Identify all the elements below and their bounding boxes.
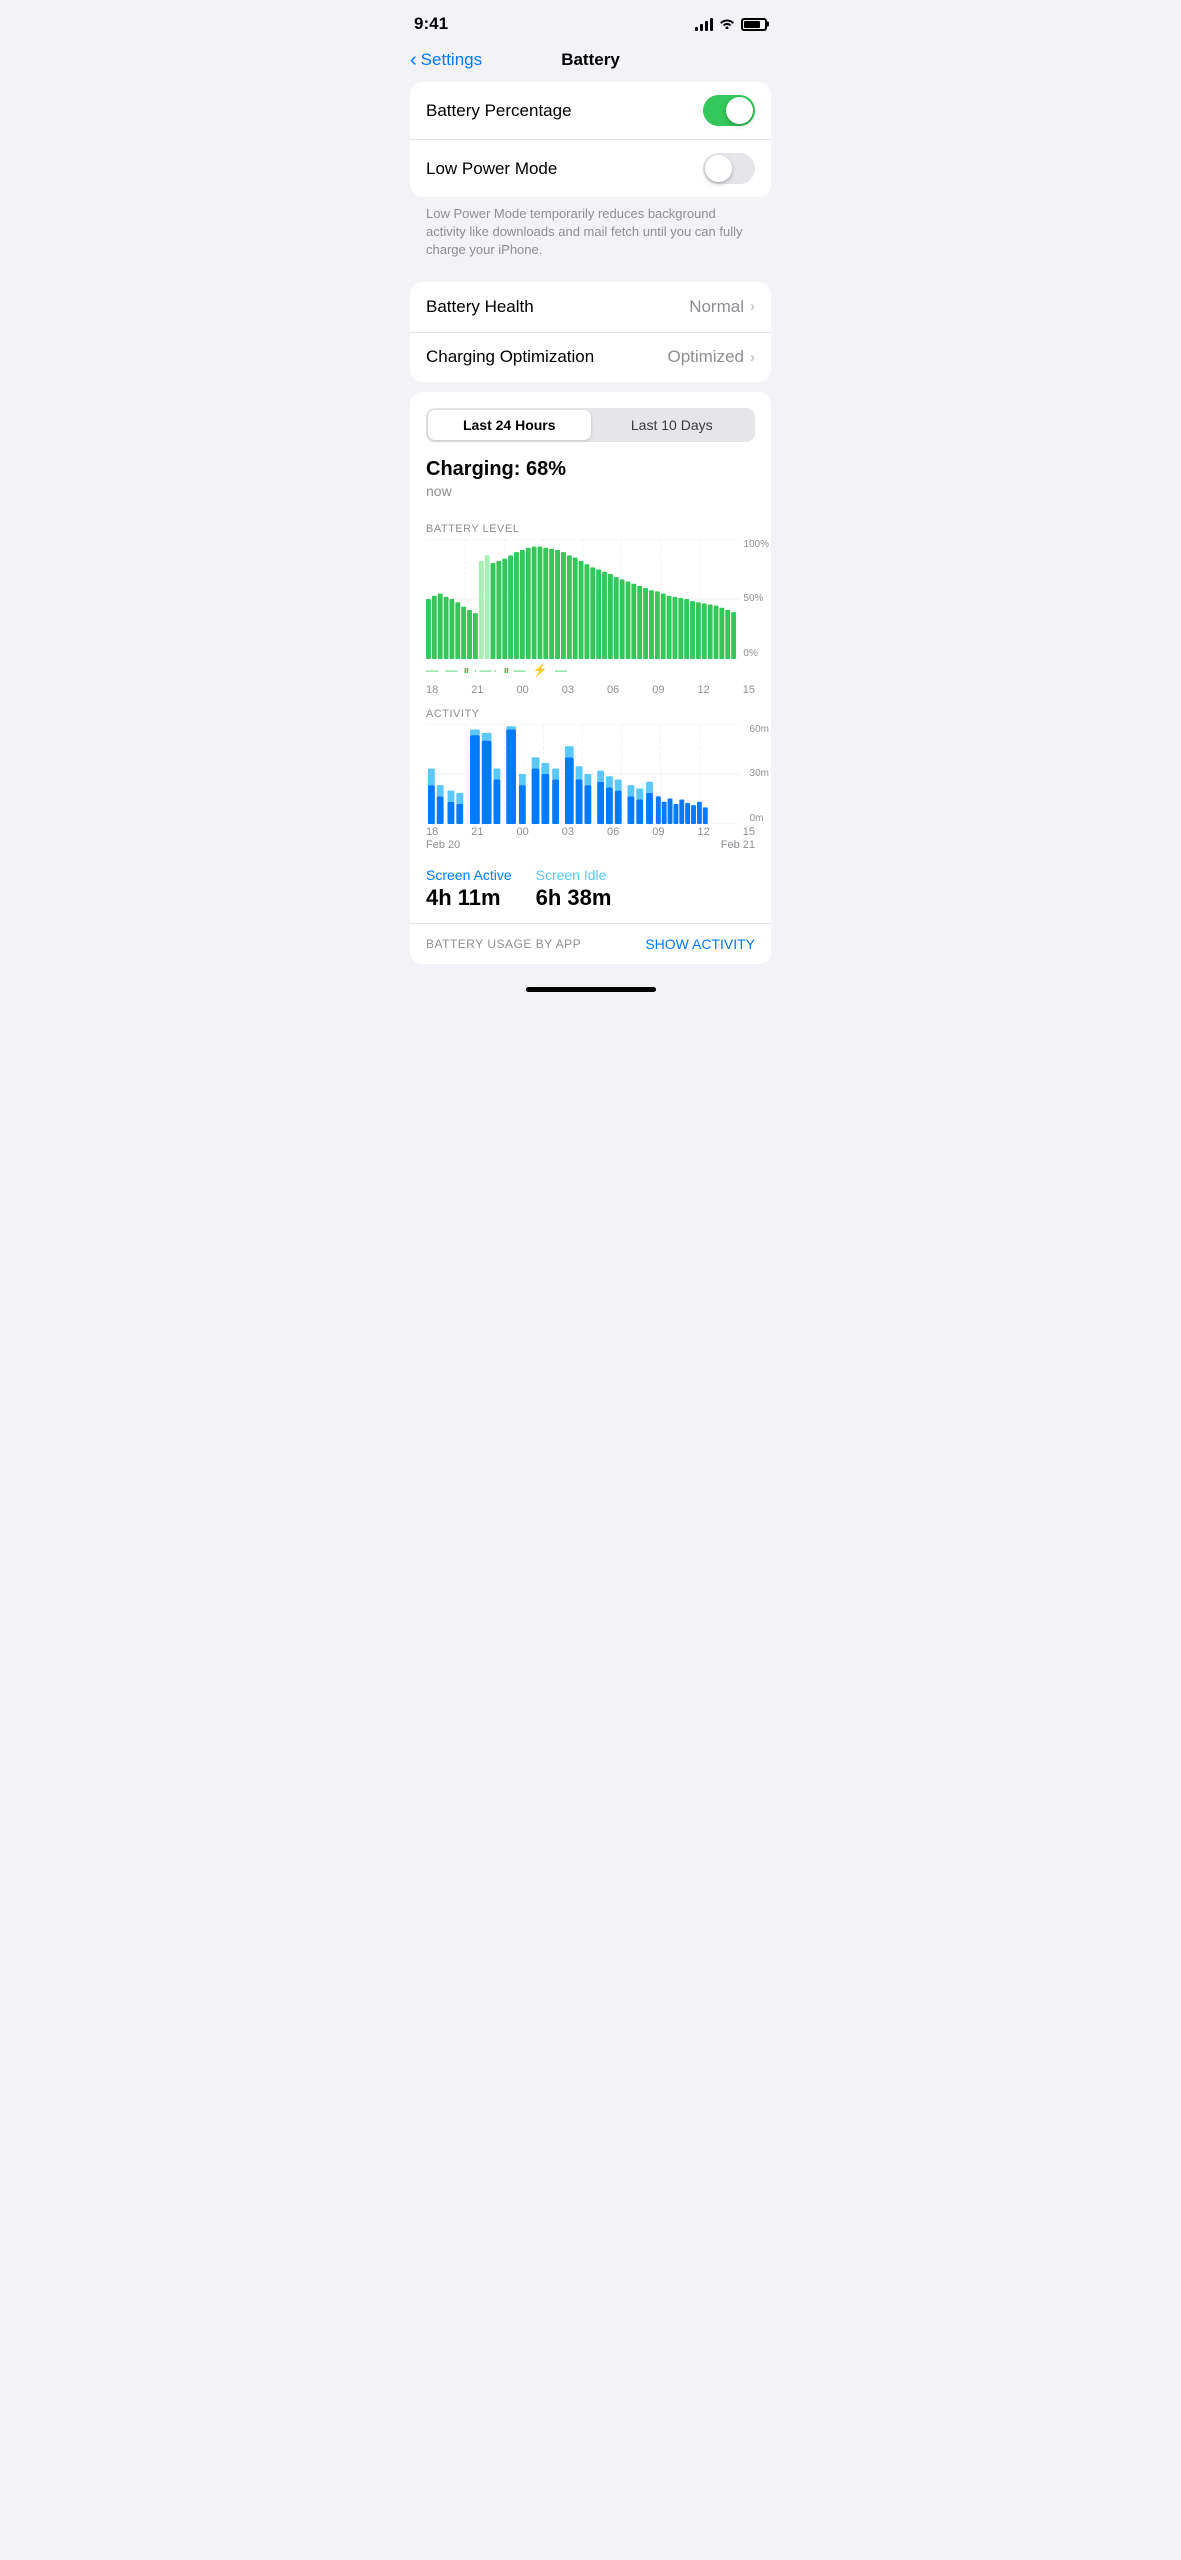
charging-dashes-mid: ·—·	[473, 663, 499, 677]
status-time: 9:41	[414, 14, 448, 34]
status-bar: 9:41	[394, 0, 787, 42]
activity-section-label: ACTIVITY	[410, 696, 771, 724]
x-label-06: 06	[607, 684, 619, 696]
screen-active-label: Screen Active	[426, 867, 512, 883]
show-activity-button[interactable]: SHOW ACTIVITY	[645, 936, 755, 952]
x-label-21: 21	[471, 684, 483, 696]
battery-health-row[interactable]: Battery Health Normal ›	[410, 282, 771, 332]
screen-idle-value: 6h 38m	[536, 885, 612, 911]
battery-fill	[744, 21, 760, 28]
charging-optimization-value: Optimized ›	[667, 347, 755, 367]
battery-settings-card: Battery Percentage Low Power Mode	[410, 82, 771, 197]
battery-settings-section: Battery Percentage Low Power Mode Low Po…	[410, 82, 771, 272]
screen-active-value: 4h 11m	[426, 885, 512, 911]
screen-idle-label: Screen Idle	[536, 867, 612, 883]
chevron-right-icon-2: ›	[750, 349, 755, 366]
date-label-right: Feb 21	[721, 839, 755, 851]
low-power-helper-text: Low Power Mode temporarily reduces backg…	[410, 197, 771, 272]
battery-percentage-toggle[interactable]	[703, 95, 755, 126]
battery-chart-svg	[426, 539, 739, 659]
x-label-00: 00	[517, 684, 529, 696]
battery-health-card: Battery Health Normal › Charging Optimiz…	[410, 282, 771, 382]
battery-health-status: Normal	[689, 297, 744, 317]
screen-idle-stat: Screen Idle 6h 38m	[536, 867, 612, 911]
charging-optimization-status: Optimized	[667, 347, 744, 367]
x-label-12: 12	[698, 684, 710, 696]
charging-label: Charging: 68%	[410, 458, 771, 483]
home-indicator	[526, 987, 656, 992]
pause-icon-2: ⏸	[503, 663, 509, 678]
toggle-thumb-2	[705, 155, 732, 182]
time-range-toggle[interactable]: Last 24 Hours Last 10 Days	[426, 408, 755, 442]
page-title: Battery	[561, 50, 620, 70]
wifi-icon	[719, 16, 735, 32]
signal-icon	[695, 18, 713, 31]
toggle-thumb	[726, 97, 753, 124]
battery-level-chart: 100% 50% 0%	[410, 539, 771, 659]
last-24-hours-btn[interactable]: Last 24 Hours	[428, 410, 591, 440]
act-x-21: 21	[471, 826, 483, 838]
battery-usage-header: BATTERY USAGE BY APP SHOW ACTIVITY	[410, 923, 771, 964]
activity-x-labels: 18 21 00 03 06 09 12 15	[410, 824, 771, 838]
battery-level-section-label: BATTERY LEVEL	[410, 511, 771, 539]
battery-x-labels: 18 21 00 03 06 09 12 15	[410, 682, 771, 696]
activity-y-0: 0m	[750, 813, 769, 824]
battery-y-labels: 100% 50% 0%	[743, 539, 769, 659]
back-button[interactable]: ‹ Settings	[410, 50, 482, 70]
pause-icon: ⏸	[463, 663, 469, 678]
battery-health-label: Battery Health	[426, 297, 534, 317]
date-label-left: Feb 20	[426, 839, 460, 851]
act-x-09: 09	[652, 826, 664, 838]
charging-dashes-left: — —	[426, 663, 459, 677]
x-label-03: 03	[562, 684, 574, 696]
home-indicator-area	[394, 974, 787, 994]
back-chevron-icon: ‹	[410, 50, 417, 70]
act-x-03: 03	[562, 826, 574, 838]
battery-icon	[741, 18, 767, 31]
charging-dashes-right: — ⚡ —	[513, 663, 569, 677]
activity-y-60: 60m	[750, 724, 769, 735]
low-power-mode-toggle[interactable]	[703, 153, 755, 184]
battery-health-section: Battery Health Normal › Charging Optimiz…	[410, 282, 771, 382]
activity-y-30: 30m	[750, 768, 769, 779]
stats-row: Screen Active 4h 11m Screen Idle 6h 38m	[410, 855, 771, 923]
act-x-00: 00	[517, 826, 529, 838]
battery-percentage-row[interactable]: Battery Percentage	[410, 82, 771, 139]
x-label-15: 15	[743, 684, 755, 696]
low-power-mode-row[interactable]: Low Power Mode	[410, 139, 771, 197]
y-label-0: 0%	[743, 648, 769, 659]
battery-percentage-label: Battery Percentage	[426, 101, 572, 121]
y-label-100: 100%	[743, 539, 769, 550]
x-label-18: 18	[426, 684, 438, 696]
date-labels-row: Feb 20 Feb 21	[410, 838, 771, 855]
nav-bar: ‹ Settings Battery	[394, 42, 787, 82]
last-10-days-btn[interactable]: Last 10 Days	[591, 410, 754, 440]
x-label-09: 09	[652, 684, 664, 696]
y-label-50: 50%	[743, 593, 769, 604]
activity-y-labels: 60m 30m 0m	[750, 724, 769, 824]
act-x-12: 12	[698, 826, 710, 838]
charging-optimization-row[interactable]: Charging Optimization Optimized ›	[410, 332, 771, 382]
battery-health-value: Normal ›	[689, 297, 755, 317]
chart-card: Last 24 Hours Last 10 Days Charging: 68%…	[410, 392, 771, 964]
activity-chart-svg	[426, 724, 739, 824]
status-icons	[695, 16, 767, 32]
screen-active-stat: Screen Active 4h 11m	[426, 867, 512, 911]
act-x-06: 06	[607, 826, 619, 838]
battery-usage-label: BATTERY USAGE BY APP	[426, 937, 581, 951]
charging-icons-row: — — ⏸ ·—· ⏸ — ⚡ —	[410, 659, 771, 682]
chevron-right-icon: ›	[750, 298, 755, 315]
charging-sub-label: now	[410, 483, 771, 511]
low-power-mode-label: Low Power Mode	[426, 159, 557, 179]
act-x-18: 18	[426, 826, 438, 838]
act-x-15: 15	[743, 826, 755, 838]
activity-chart: 60m 30m 0m	[410, 724, 771, 824]
back-label: Settings	[421, 50, 482, 70]
charging-optimization-label: Charging Optimization	[426, 347, 594, 367]
